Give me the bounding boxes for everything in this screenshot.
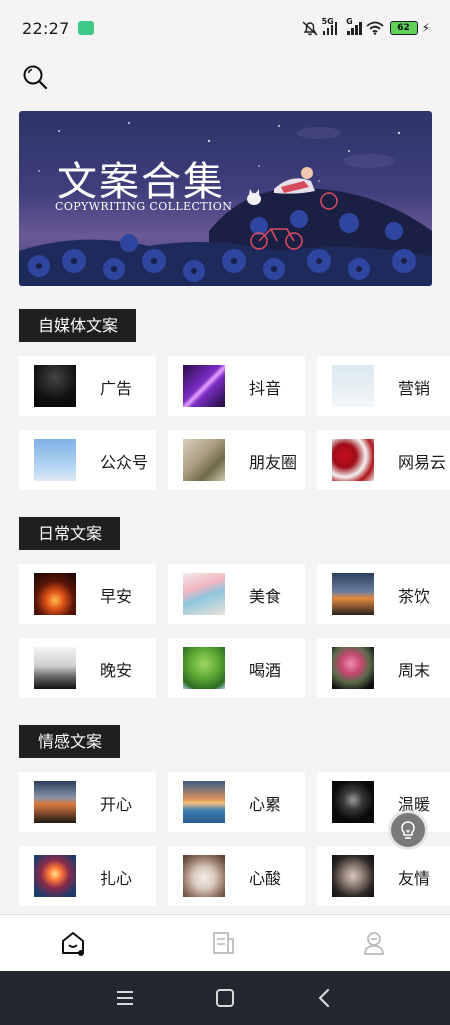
thumb-image [332,573,374,615]
thumb-image [34,573,76,615]
category-label: 周末 [398,661,431,680]
battery-icon: 62 [389,21,418,35]
thumb-image [34,781,76,823]
banner-subtitle: COPYWRITING COLLECTION [55,200,233,213]
category-label: 开心 [100,795,133,814]
category-label: 营销 [398,379,431,398]
menu-icon[interactable] [115,986,135,1010]
category-card-ads[interactable]: 广告 [19,356,156,416]
category-card-netease[interactable]: 网易云 [317,430,450,490]
document-icon[interactable] [210,929,238,957]
category-label: 美食 [249,587,282,606]
thumb-image [34,647,76,689]
home-icon[interactable] [59,929,87,957]
category-label: 心酸 [249,869,282,888]
category-label: 心累 [249,795,282,814]
category-label: 网易云 [398,453,447,472]
category-card-tired[interactable]: 心累 [168,772,305,832]
status-icons: 5G G 62 ⚡ [301,17,430,36]
thumb-image [34,365,76,407]
category-label: 抖音 [249,379,282,398]
thumb-image [183,365,225,407]
banner-title: 文案合集 [57,159,225,205]
category-label: 公众号 [100,453,149,472]
thumb-image [34,439,76,481]
thumb-image [183,855,225,897]
thumb-image [332,647,374,689]
category-card-official-account[interactable]: 公众号 [19,430,156,490]
category-card-moments[interactable]: 朋友圈 [168,430,305,490]
system-navigation-bar [0,971,450,1025]
app-notification-icon [77,21,94,35]
category-card-warm[interactable]: 温暖 [317,772,450,832]
section-title-emotion: 情感文案 [19,725,120,758]
back-icon[interactable] [314,986,334,1010]
profile-icon[interactable] [360,929,388,957]
category-card-food[interactable]: 美食 [168,564,305,624]
banner[interactable]: 文案合集 COPYWRITING COLLECTION [19,111,432,286]
thumb-image [183,439,225,481]
category-label: 喝酒 [249,661,282,680]
category-label: 朋友圈 [249,453,298,472]
signal-5g-icon: 5G [322,17,338,35]
battery-level: 62 [397,23,410,33]
lightbulb-icon [401,821,415,839]
category-card-night[interactable]: 晚安 [19,638,156,698]
signal-icon: G [346,17,362,35]
status-time: 22:27 [22,18,70,38]
wifi-icon [365,21,384,35]
category-card-sad[interactable]: 心酸 [168,846,305,906]
category-card-happy[interactable]: 开心 [19,772,156,832]
section-title-daily: 日常文案 [19,517,120,550]
category-label: 早安 [100,587,133,606]
home-square-icon[interactable] [214,986,236,1010]
category-label: 友情 [398,869,431,888]
mute-bell-icon [302,21,318,36]
signal-g-label: G [346,17,353,26]
charging-icon: ⚡ [421,21,430,35]
bottom-nav [0,914,450,971]
thumb-image [332,365,374,407]
category-card-morning[interactable]: 早安 [19,564,156,624]
tips-button[interactable] [388,810,428,850]
thumb-image [332,855,374,897]
category-card-drinking[interactable]: 喝酒 [168,638,305,698]
thumb-image [183,573,225,615]
search-icon[interactable] [21,63,49,91]
category-label: 晚安 [100,661,133,680]
category-card-tea[interactable]: 茶饮 [317,564,450,624]
thumb-image [183,647,225,689]
section-title-media: 自媒体文案 [19,309,136,342]
thumb-image [34,855,76,897]
thumb-image [183,781,225,823]
category-card-douyin[interactable]: 抖音 [168,356,305,416]
category-label: 广告 [100,379,133,398]
thumb-image [332,781,374,823]
category-card-friendship[interactable]: 友情 [317,846,450,906]
category-card-weekend[interactable]: 周末 [317,638,450,698]
thumb-image [332,439,374,481]
signal-5g-label: 5G [321,17,334,26]
category-card-heartache[interactable]: 扎心 [19,846,156,906]
category-label: 扎心 [100,869,133,888]
category-card-marketing[interactable]: 营销 [317,356,450,416]
status-bar: 22:27 5G G 62 ⚡ [0,0,450,56]
category-label: 茶饮 [398,587,431,606]
